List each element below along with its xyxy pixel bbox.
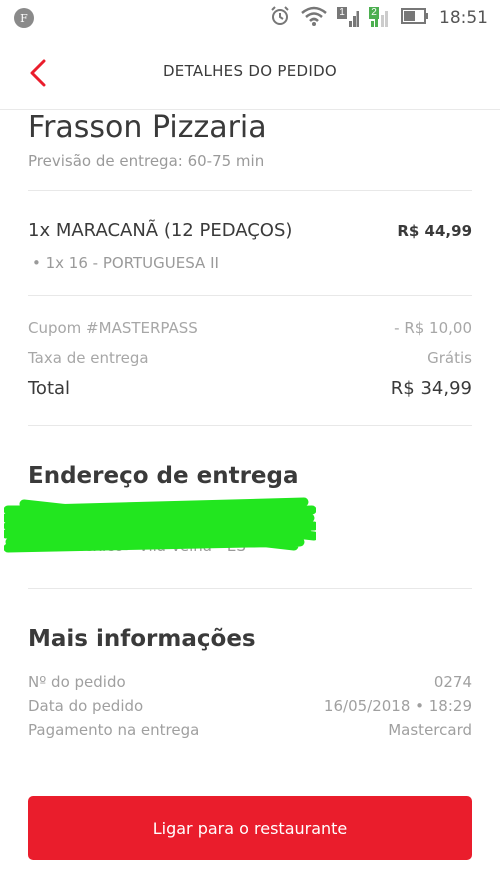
delivery-fee-row: Taxa de entrega Grátis xyxy=(28,349,472,367)
page-title: DETALHES DO PEDIDO xyxy=(162,62,338,80)
divider xyxy=(28,295,472,296)
alarm-icon xyxy=(269,5,291,32)
sim1-signal-icon: 1 xyxy=(337,7,359,29)
order-item-price: R$ 44,99 xyxy=(397,222,472,240)
delivery-fee-label: Taxa de entrega xyxy=(28,349,149,367)
app-notification-icon: F xyxy=(14,8,34,28)
order-number-label: Nº do pedido xyxy=(28,673,126,691)
clock-time: 18:51 xyxy=(439,8,488,28)
wifi-icon xyxy=(301,5,327,32)
total-row: Total R$ 34,99 xyxy=(28,378,472,399)
coupon-value: - R$ 10,00 xyxy=(394,319,472,337)
order-date-row: Data do pedido 16/05/2018 • 18:29 xyxy=(28,697,472,715)
payment-row: Pagamento na entrega Mastercard xyxy=(28,721,472,739)
divider xyxy=(28,588,472,589)
delivery-fee-value: Grátis xyxy=(427,349,472,367)
address-section-title: Endereço de entrega xyxy=(28,463,299,489)
divider xyxy=(28,425,472,426)
sim2-signal-icon: 2 xyxy=(369,7,391,29)
call-restaurant-label: Ligar para o restaurante xyxy=(152,818,348,838)
notification-letter: F xyxy=(20,11,28,25)
redaction-scribble xyxy=(4,497,316,553)
order-item-name: 1x MARACANÃ (12 PEDAÇOS) xyxy=(28,220,293,241)
order-date-value: 16/05/2018 • 18:29 xyxy=(323,697,472,715)
more-info-title: Mais informações xyxy=(28,626,256,652)
order-number-row: Nº do pedido 0274 xyxy=(28,673,472,691)
total-value: R$ 34,99 xyxy=(390,378,472,399)
status-bar: F 1 2 18:51 xyxy=(0,0,500,36)
order-item-option: • 1x 16 - PORTUGUESA II xyxy=(32,254,219,272)
call-restaurant-button[interactable]: Ligar para o restaurante xyxy=(28,796,472,860)
restaurant-name: Frasson Pizzaria xyxy=(28,110,267,145)
delivery-estimate: Previsão de entrega: 60-75 min xyxy=(28,152,265,170)
app-header: DETALHES DO PEDIDO xyxy=(0,36,500,110)
total-label: Total xyxy=(28,378,71,399)
coupon-label: Cupom #MASTERPASS xyxy=(28,319,198,337)
order-date-label: Data do pedido xyxy=(28,697,144,715)
payment-value: Mastercard xyxy=(388,721,472,739)
battery-icon xyxy=(401,7,429,30)
order-number-value: 0274 xyxy=(433,673,472,691)
coupon-row: Cupom #MASTERPASS - R$ 10,00 xyxy=(28,319,472,337)
status-icons: 1 2 18:51 xyxy=(269,5,488,32)
divider xyxy=(28,190,472,191)
payment-label: Pagamento na entrega xyxy=(28,721,200,739)
